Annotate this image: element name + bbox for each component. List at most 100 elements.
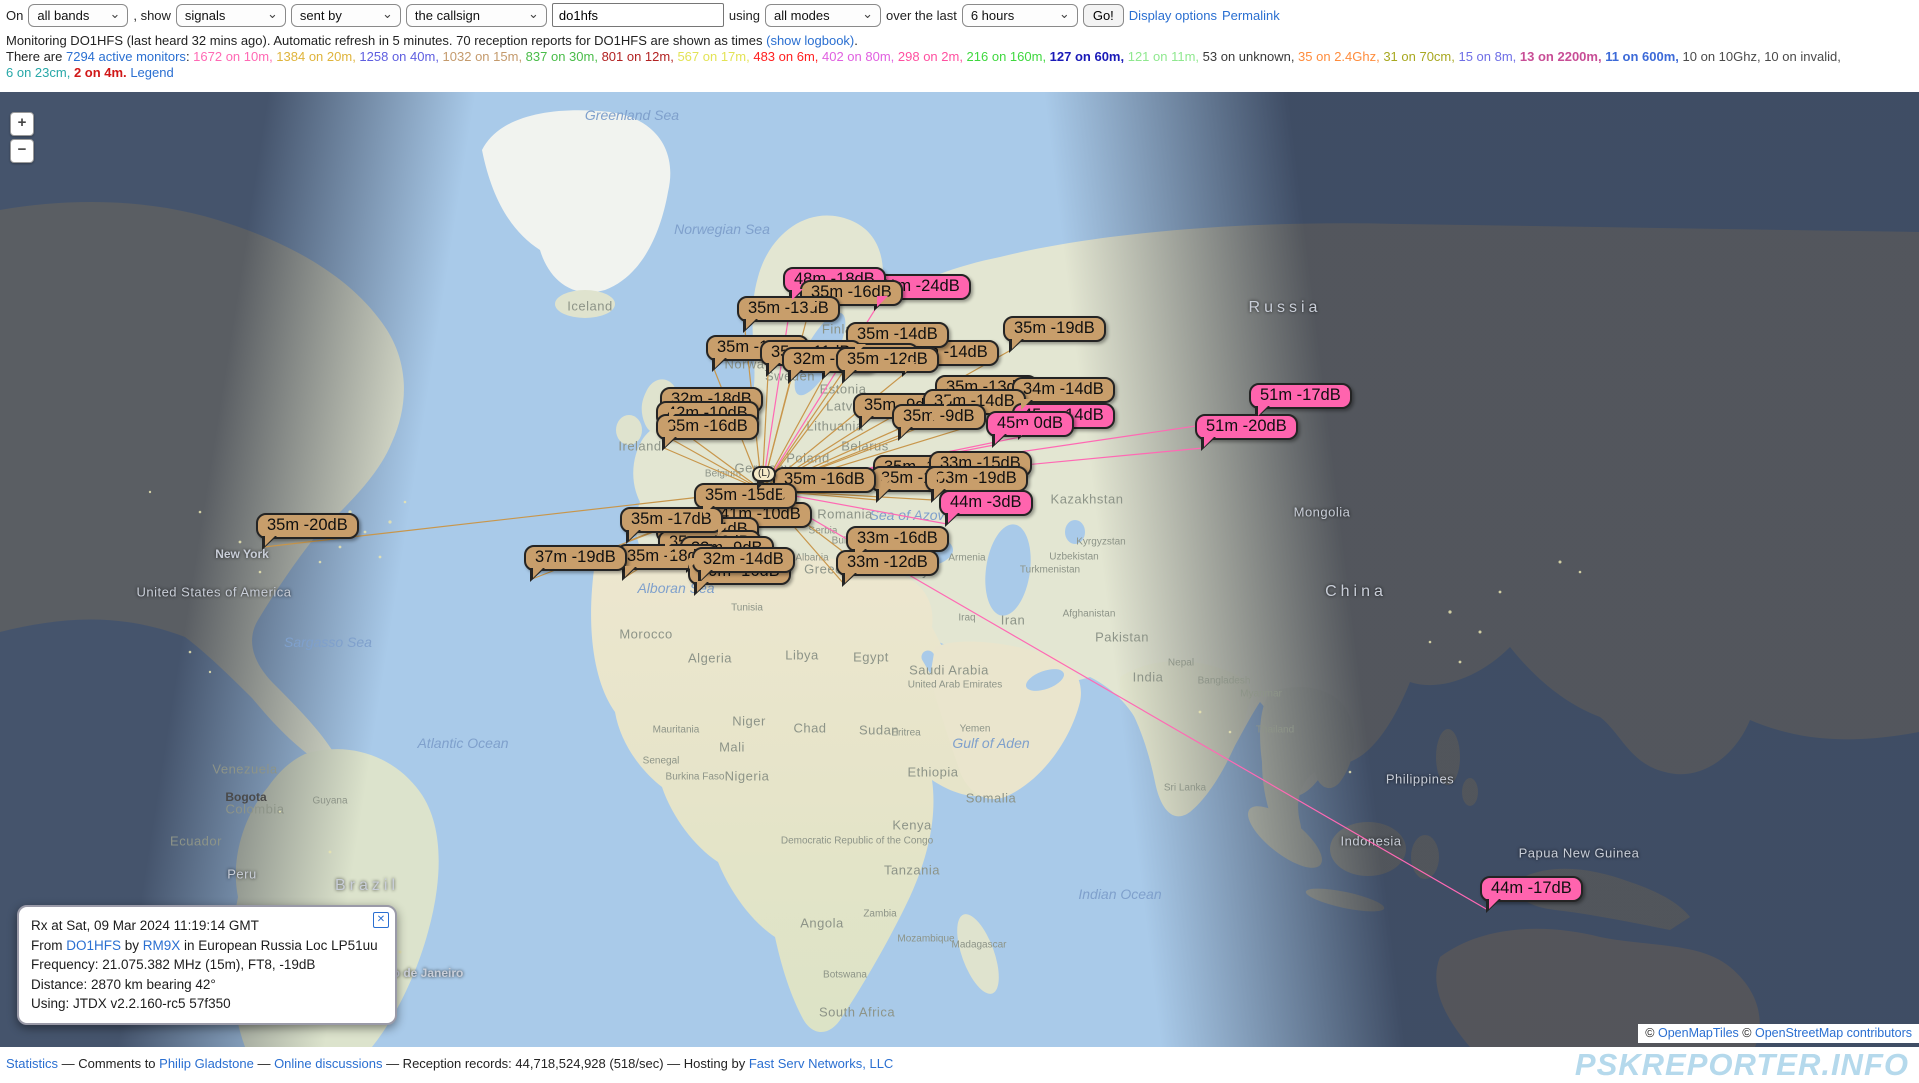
text-segment: From [31, 938, 66, 953]
zoom-controls: + − [10, 112, 34, 166]
text-segment: 1384 on 20m, [276, 49, 359, 64]
callmode-select-wrap: the callsign [406, 4, 547, 27]
close-icon[interactable]: ✕ [373, 912, 389, 928]
text-segment: 31 on 70cm, [1383, 49, 1458, 64]
report-balloon[interactable]: 44m -3dB [939, 490, 1033, 516]
header: On all bands , show signals sent by the … [0, 0, 1919, 92]
text-segment: 216 on 160m, [967, 49, 1050, 64]
modes-select[interactable]: all modes [765, 4, 881, 27]
philip-gladstone-link[interactable]: Philip Gladstone [159, 1056, 254, 1071]
popup-from-by: From DO1HFS by RM9X in European Russia L… [31, 936, 383, 956]
show-label: , show [133, 8, 171, 23]
text-segment: 127 on 60m, [1050, 49, 1128, 64]
active-monitors-line2: 6 on 23cm, 2 on 4m. Legend [6, 65, 174, 80]
text-segment: There are [6, 49, 66, 64]
text-segment: 837 on 30m, [526, 49, 602, 64]
query-toolbar: On all bands , show signals sent by the … [6, 3, 1280, 27]
report-balloon[interactable]: 35m -12dB [836, 347, 939, 373]
text-segment: by [121, 938, 143, 953]
openstreetmap-link[interactable]: OpenStreetMap contributors [1755, 1026, 1912, 1040]
over-label: over the last [886, 8, 957, 23]
report-balloon[interactable]: 34m -14dB [1012, 377, 1115, 403]
monitoring-status: Monitoring DO1HFS (last heard 32 mins ag… [6, 33, 858, 48]
modes-select-wrap: all modes [765, 4, 881, 27]
report-balloon[interactable]: 32m -14dB [692, 547, 795, 573]
sentby-select[interactable]: sent by [291, 4, 401, 27]
fastserv-link[interactable]: Fast Serv Networks, LLC [749, 1056, 894, 1071]
text-segment: 2 on 4m. [74, 65, 127, 80]
bands-select-wrap: all bands [28, 4, 128, 27]
report-balloon[interactable]: 35m -20dB [256, 513, 359, 539]
text-segment: 1672 on 10m, [193, 49, 276, 64]
report-balloon[interactable]: 33m -12dB [836, 550, 939, 576]
popup-frequency: Frequency: 21.075.382 MHz (15m), FT8, -1… [31, 955, 383, 975]
report-balloon[interactable]: 33m -16dB [846, 526, 949, 552]
legend-link[interactable]: Legend [130, 65, 173, 80]
show-logbook-link[interactable]: (show logbook) [766, 33, 854, 48]
footer: Statistics — Comments to Philip Gladston… [0, 1047, 1919, 1079]
monitoring-text: Monitoring DO1HFS (last heard 32 mins ag… [6, 33, 766, 48]
text-segment: 483 on 6m, [753, 49, 822, 64]
what-select-wrap: signals [176, 4, 286, 27]
text-segment: — [254, 1056, 274, 1071]
what-select[interactable]: signals [176, 4, 286, 27]
footer-status-line: Statistics — Comments to Philip Gladston… [6, 1056, 893, 1071]
sentby-select-wrap: sent by [291, 4, 401, 27]
online-discussions-link[interactable]: Online discussions [274, 1056, 382, 1071]
text-segment: © [1739, 1026, 1755, 1040]
text-segment: 298 on 2m, [898, 49, 967, 64]
report-balloon[interactable]: 37m -19dB [524, 545, 627, 571]
text-segment: 10 on invalid, [1764, 49, 1841, 64]
openmaptiles-link[interactable]: OpenMapTiles [1658, 1026, 1739, 1040]
report-balloon[interactable]: 35m -19dB [1003, 316, 1106, 342]
period-select-wrap: 6 hours [962, 4, 1078, 27]
text-segment: 6 on 23cm, [6, 65, 74, 80]
report-balloon[interactable]: 35m -13dB [737, 296, 840, 322]
on-label: On [6, 8, 23, 23]
callsign-do1hfs-link[interactable]: DO1HFS [66, 938, 121, 953]
report-balloons: 51m -24dB48m -18dB35m -16dB35m -13dB35m … [0, 92, 1919, 1047]
text-segment: © [1645, 1026, 1658, 1040]
active-monitors-line: There are 7294 active monitors: 1672 on … [6, 49, 1841, 64]
text-segment: in European Russia Loc LP51uu [180, 938, 377, 953]
report-balloon[interactable]: 51m -17dB [1249, 383, 1352, 409]
report-balloon[interactable]: 44m -17dB [1480, 876, 1583, 902]
permalink-link[interactable]: Permalink [1222, 8, 1280, 23]
popup-rx-time: Rx at Sat, 09 Mar 2024 11:19:14 GMT [31, 916, 383, 936]
text-segment: 13 on 2200m, [1520, 49, 1605, 64]
text-segment: 15 on 8m, [1458, 49, 1519, 64]
bands-select[interactable]: all bands [28, 4, 128, 27]
callsign-rm9x-link[interactable]: RM9X [143, 938, 181, 953]
text-segment: 53 on unknown, [1203, 49, 1298, 64]
text-segment: 402 on 80m, [822, 49, 898, 64]
text-segment: 11 on 600m, [1605, 49, 1682, 64]
monitoring-text-end: . [854, 33, 858, 48]
reception-report-popup: ✕ Rx at Sat, 09 Mar 2024 11:19:14 GMT Fr… [17, 905, 397, 1025]
report-balloon[interactable]: 51m -20dB [1195, 414, 1298, 440]
display-options-link[interactable]: Display options [1129, 8, 1217, 23]
period-select[interactable]: 6 hours [962, 4, 1078, 27]
zoom-in-button[interactable]: + [10, 112, 34, 136]
map[interactable]: Greenland SeaNorwegian SeaAtlantic Ocean… [0, 92, 1919, 1047]
text-segment: — Comments to [58, 1056, 159, 1071]
active-monitors-link[interactable]: 7294 active monitors [66, 49, 186, 64]
statistics-link[interactable]: Statistics [6, 1056, 58, 1071]
report-balloon[interactable]: 35m -16dB [773, 467, 876, 493]
callmode-select[interactable]: the callsign [406, 4, 547, 27]
map-attribution: © OpenMapTiles © OpenStreetMap contribut… [1638, 1024, 1919, 1043]
callsign-input[interactable] [552, 3, 724, 27]
text-segment: 121 on 11m, [1128, 49, 1203, 64]
tx-station-marker[interactable]: (L) [752, 466, 776, 482]
popup-software: Using: JTDX v2.2.160-rc5 57f350 [31, 994, 383, 1014]
text-segment: 1032 on 15m, [443, 49, 526, 64]
text-segment: 801 on 12m, [602, 49, 678, 64]
text-segment: 1258 on 40m, [359, 49, 442, 64]
text-segment: 10 on 10Ghz, [1683, 49, 1765, 64]
text-segment: — Reception records: 44,718,524,928 (518… [382, 1056, 748, 1071]
zoom-out-button[interactable]: − [10, 139, 34, 163]
text-segment: 567 on 17m, [677, 49, 753, 64]
using-label: using [729, 8, 760, 23]
pskreporter-watermark: PSKREPORTER.INFO [1575, 1047, 1909, 1083]
popup-distance: Distance: 2870 km bearing 42° [31, 975, 383, 995]
go-button[interactable]: Go! [1083, 4, 1124, 27]
